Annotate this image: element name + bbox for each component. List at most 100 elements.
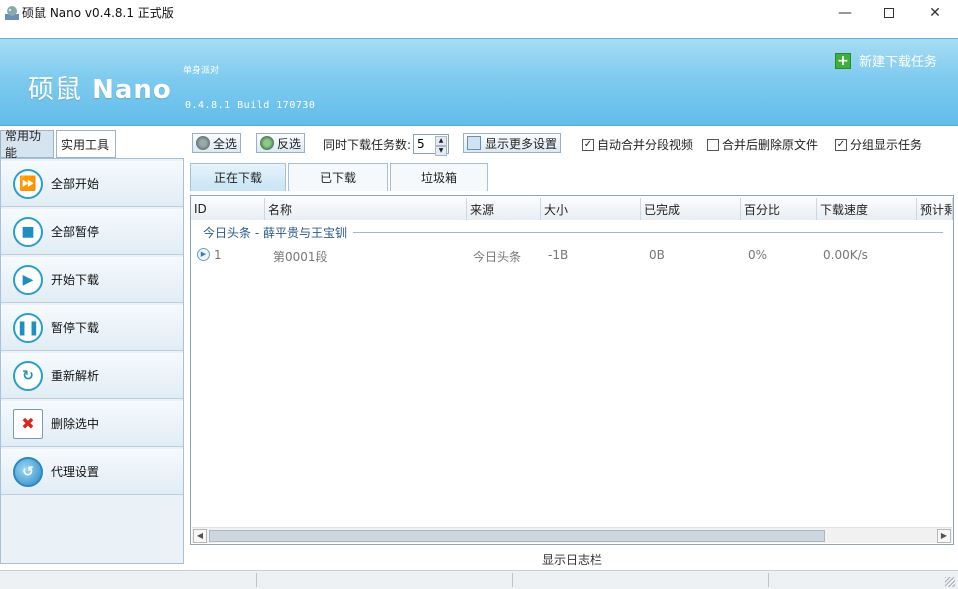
plus-icon: + (835, 52, 851, 69)
play-icon: ▶ (197, 248, 210, 261)
maximize-button[interactable] (866, 0, 912, 26)
concurrent-tasks-input[interactable] (414, 137, 432, 151)
column-eta[interactable]: 预计剩余 (917, 198, 953, 220)
sidebar-item-start-all[interactable]: ⏩ 全部开始 (1, 161, 183, 207)
column-name[interactable]: 名称 (265, 198, 467, 220)
tab-trash[interactable]: 垃圾箱 (390, 163, 488, 191)
checkbox-unchecked[interactable] (707, 138, 719, 151)
tab-downloading[interactable]: 正在下载 (190, 163, 286, 191)
delete-after-merge-label: 合并后删除原文件 (722, 138, 819, 152)
sidebar-item-label: 暂停下载 (51, 321, 100, 335)
sidebar-item-pause-all[interactable]: ■ 全部暂停 (1, 209, 183, 255)
header-banner: 硕鼠 Nano 单身派对 0.4.8.1 Build 170730 + 新建下载… (0, 38, 958, 126)
left-tab-strip: 常用功能 实用工具 (0, 129, 186, 160)
tab-common-functions[interactable]: 常用功能 (0, 129, 54, 160)
settings-doc-icon (467, 136, 481, 150)
scroll-right-arrow-icon[interactable]: ▶ (937, 529, 951, 543)
delete-after-merge-checkbox[interactable]: 合并后删除原文件 (707, 136, 818, 153)
column-id[interactable]: ID (191, 198, 265, 220)
row-size: -1B (548, 248, 569, 262)
tab-utilities[interactable]: 实用工具 (56, 130, 116, 158)
fast-forward-icon: ⏩ (13, 168, 43, 199)
row-completed: 0B (649, 248, 665, 262)
logo-cn: 硕鼠 (28, 75, 83, 105)
status-bar (0, 570, 958, 589)
row-speed: 0.00K/s (823, 248, 868, 262)
sidebar-item-start-download[interactable]: ▶ 开始下载 (1, 257, 183, 303)
window-title: 硕鼠 Nano v0.4.8.1 正式版 (22, 6, 174, 20)
toolbar: 全选 反选 同时下载任务数: ▲ ▼ 显示更多设置 ✓ 自动合并分段视频 合并后… (186, 130, 958, 156)
sidebar-item-pause-download[interactable]: ❚❚ 暂停下载 (1, 305, 183, 351)
tab-downloaded[interactable]: 已下载 (288, 163, 388, 191)
new-task-label: 新建下载任务 (859, 55, 938, 70)
refresh-icon: ↻ (13, 360, 43, 391)
play-icon: ▶ (13, 264, 43, 295)
status-divider (256, 573, 257, 587)
auto-merge-checkbox[interactable]: ✓ 自动合并分段视频 (582, 136, 693, 153)
title-bar: 硕鼠 Nano v0.4.8.1 正式版 — ✕ (0, 0, 958, 26)
sidebar-item-label: 全部开始 (51, 177, 100, 191)
row-percent: 0% (748, 248, 768, 262)
pause-icon: ❚❚ (13, 312, 43, 343)
invert-label: 反选 (277, 136, 302, 151)
horizontal-scrollbar[interactable]: ◀ ▶ (192, 527, 952, 543)
logo-en: Nano (92, 75, 172, 105)
concurrent-tasks-stepper[interactable]: ▲ ▼ (413, 134, 449, 156)
select-all-label: 全选 (213, 136, 238, 151)
status-divider (768, 573, 769, 587)
minimize-button[interactable]: — (822, 0, 868, 26)
status-divider (512, 573, 513, 587)
column-header: ID 名称 来源 大小 已完成 百分比 下载速度 预计剩余 (191, 198, 953, 220)
stepper-arrows[interactable]: ▲ ▼ (435, 136, 447, 156)
tagline: 单身派对 (183, 66, 220, 76)
new-task-button[interactable]: + 新建下载任务 (835, 51, 937, 70)
sidebar-item-proxy-settings[interactable]: ↺ 代理设置 (1, 449, 183, 495)
group-display-checkbox[interactable]: ✓ 分组显示任务 (835, 136, 922, 153)
column-source[interactable]: 来源 (467, 198, 541, 220)
globe-icon: ↺ (13, 456, 43, 487)
task-group-header[interactable]: 今日头条 - 薛平贵与王宝钏 (203, 224, 943, 241)
sidebar-item-label: 删除选中 (51, 417, 100, 431)
close-button[interactable]: ✕ (912, 0, 958, 26)
sidebar-item-label: 代理设置 (51, 465, 100, 479)
row-name: 第0001段 (273, 250, 328, 264)
stop-icon: ■ (13, 216, 43, 247)
more-settings-label: 显示更多设置 (485, 136, 558, 151)
row-source: 今日头条 (473, 250, 522, 264)
select-all-button[interactable]: 全选 (192, 133, 242, 153)
show-log-button[interactable]: 显示日志栏 (190, 549, 954, 569)
column-size[interactable]: 大小 (541, 198, 641, 220)
more-settings-button[interactable]: 显示更多设置 (463, 133, 562, 153)
column-completed[interactable]: 已完成 (641, 198, 741, 220)
group-display-label: 分组显示任务 (850, 138, 923, 152)
chevron-down-icon[interactable]: ▼ (435, 146, 447, 156)
scrollbar-thumb[interactable] (209, 530, 825, 542)
scroll-left-arrow-icon[interactable]: ◀ (193, 529, 207, 543)
column-speed[interactable]: 下载速度 (817, 198, 917, 220)
sidebar-item-reparse[interactable]: ↻ 重新解析 (1, 353, 183, 399)
column-percent[interactable]: 百分比 (741, 198, 817, 220)
resize-grip-icon[interactable] (945, 577, 955, 587)
checkbox-checked[interactable]: ✓ (582, 138, 594, 151)
app-logo: 硕鼠 Nano (28, 69, 172, 106)
sidebar: ⏩ 全部开始 ■ 全部暂停 ▶ 开始下载 ❚❚ 暂停下载 ↻ 重新解析 ✖ 删除… (0, 158, 184, 564)
sidebar-item-delete-selected[interactable]: ✖ 删除选中 (1, 401, 183, 447)
auto-merge-label: 自动合并分段视频 (597, 138, 694, 152)
gear-icon (260, 136, 274, 150)
gear-icon (196, 136, 210, 150)
app-icon (5, 6, 19, 20)
table-row[interactable]: ▶ 1 第0001段 今日头条 -1B 0B 0% 0.00K/s (191, 245, 953, 265)
row-id: 1 (214, 248, 222, 262)
group-title: 今日头条 - 薛平贵与王宝钏 (203, 226, 347, 240)
sidebar-item-label: 重新解析 (51, 369, 100, 383)
sidebar-item-label: 全部暂停 (51, 225, 100, 239)
sidebar-item-label: 开始下载 (51, 273, 100, 287)
invert-selection-button[interactable]: 反选 (256, 133, 306, 153)
group-divider (352, 232, 943, 233)
task-list: ID 名称 来源 大小 已完成 百分比 下载速度 预计剩余 今日头条 - 薛平贵… (190, 195, 954, 545)
version-label: 0.4.8.1 Build 170730 (185, 100, 316, 111)
chevron-up-icon[interactable]: ▲ (435, 136, 447, 146)
delete-doc-icon: ✖ (13, 408, 43, 439)
checkbox-checked[interactable]: ✓ (835, 138, 847, 151)
concurrent-tasks-label: 同时下载任务数: (323, 138, 412, 152)
